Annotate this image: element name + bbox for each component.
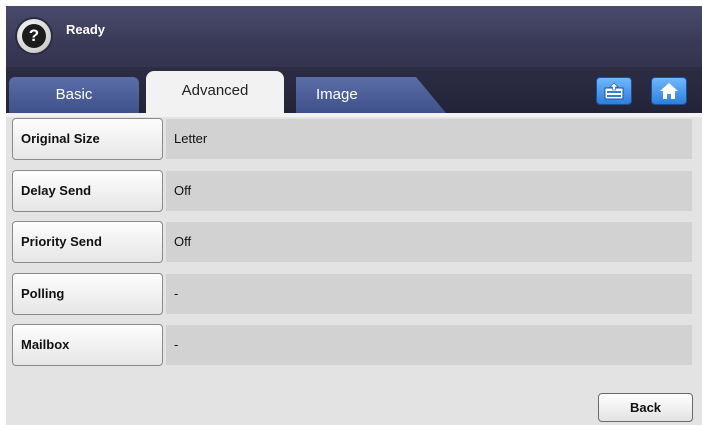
status-text: Ready bbox=[66, 22, 106, 37]
delay-send-value: Off bbox=[166, 171, 692, 211]
help-button[interactable]: ? bbox=[17, 19, 51, 53]
tab-advanced[interactable]: Advanced bbox=[146, 71, 284, 113]
mailbox-value: - bbox=[166, 325, 692, 365]
priority-send-button[interactable]: Priority Send bbox=[12, 221, 163, 263]
home-icon bbox=[660, 83, 678, 99]
status-bar: ? Ready bbox=[6, 6, 702, 67]
tab-underline bbox=[6, 113, 702, 117]
job-status-icon bbox=[604, 82, 624, 100]
back-button[interactable]: Back bbox=[598, 393, 693, 422]
original-size-button[interactable]: Original Size bbox=[12, 118, 163, 160]
tab-image[interactable]: Image bbox=[296, 77, 446, 113]
polling-value: - bbox=[166, 274, 692, 314]
fax-screen: ? Ready Basic Image Advanced Original Si… bbox=[6, 6, 702, 425]
tab-basic[interactable]: Basic bbox=[9, 77, 139, 113]
delay-send-button[interactable]: Delay Send bbox=[12, 170, 163, 212]
job-status-button[interactable] bbox=[596, 77, 632, 105]
original-size-value: Letter bbox=[166, 119, 692, 159]
priority-send-value: Off bbox=[166, 222, 692, 262]
home-button[interactable] bbox=[651, 77, 687, 105]
help-icon: ? bbox=[22, 24, 46, 48]
mailbox-button[interactable]: Mailbox bbox=[12, 324, 163, 366]
polling-button[interactable]: Polling bbox=[12, 273, 163, 315]
